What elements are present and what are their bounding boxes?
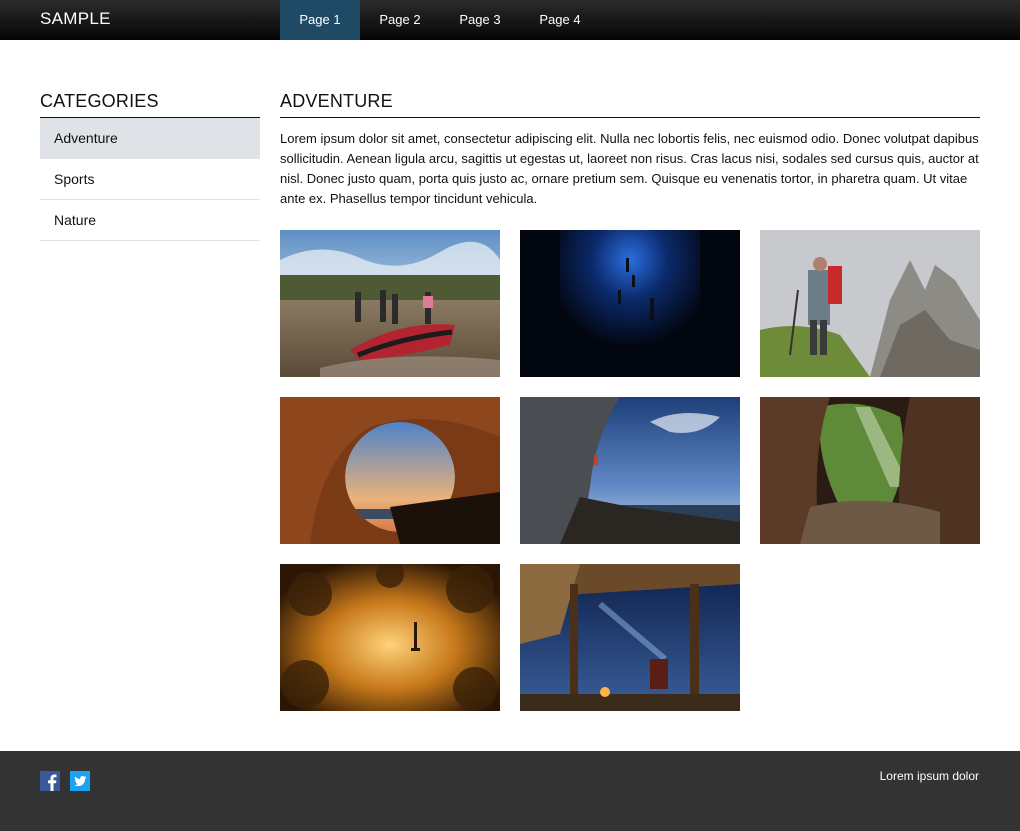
main-nav: Page 1 Page 2 Page 3 Page 4 <box>280 0 600 40</box>
nav-item-page-4[interactable]: Page 4 <box>520 0 600 40</box>
main-content: ADVENTURE Lorem ipsum dolor sit amet, co… <box>280 90 980 711</box>
photo-mountain-hiker[interactable] <box>760 230 980 377</box>
golden-reflection-image <box>280 564 500 711</box>
categories-sidebar: CATEGORIES Adventure Sports Nature <box>40 90 260 241</box>
intro-paragraph: Lorem ipsum dolor sit amet, consectetur … <box>280 131 979 206</box>
photo-river-raft[interactable] <box>280 230 500 377</box>
photo-underwater-divers[interactable] <box>520 230 740 377</box>
social-links <box>40 771 90 791</box>
sidebar-item-nature[interactable]: Nature <box>40 200 260 241</box>
cave-sunset-image <box>280 397 500 544</box>
sidebar-item-sports[interactable]: Sports <box>40 159 260 200</box>
night-shelter-image <box>520 564 740 711</box>
photo-cave-sunset-climber[interactable] <box>280 397 500 544</box>
sidebar-item-adventure[interactable]: Adventure <box>40 118 260 159</box>
photo-gallery <box>280 230 980 711</box>
mountain-hiker-image <box>760 230 980 377</box>
footer-text: Lorem ipsum dolor <box>879 769 979 783</box>
page-footer: Lorem ipsum dolor <box>0 751 1020 831</box>
nav-item-page-3[interactable]: Page 3 <box>440 0 520 40</box>
nav-item-page-2[interactable]: Page 2 <box>360 0 440 40</box>
photo-golden-reflection[interactable] <box>280 564 500 711</box>
facebook-icon[interactable] <box>40 771 60 791</box>
photo-sea-cliff-climber[interactable] <box>520 397 740 544</box>
river-raft-image <box>280 230 500 377</box>
photo-night-shelter[interactable] <box>520 564 740 711</box>
photo-jungle-cave[interactable] <box>760 397 980 544</box>
sea-cliff-image <box>520 397 740 544</box>
jungle-cave-image <box>760 397 980 544</box>
site-logo[interactable]: SAMPLE <box>40 9 111 29</box>
nav-item-page-1[interactable]: Page 1 <box>280 0 360 40</box>
twitter-icon[interactable] <box>70 771 90 791</box>
sidebar-title: CATEGORIES <box>40 90 260 118</box>
top-navbar: SAMPLE Page 1 Page 2 Page 3 Page 4 <box>0 0 1020 40</box>
underwater-image <box>520 230 740 377</box>
page-title: ADVENTURE <box>280 90 980 118</box>
